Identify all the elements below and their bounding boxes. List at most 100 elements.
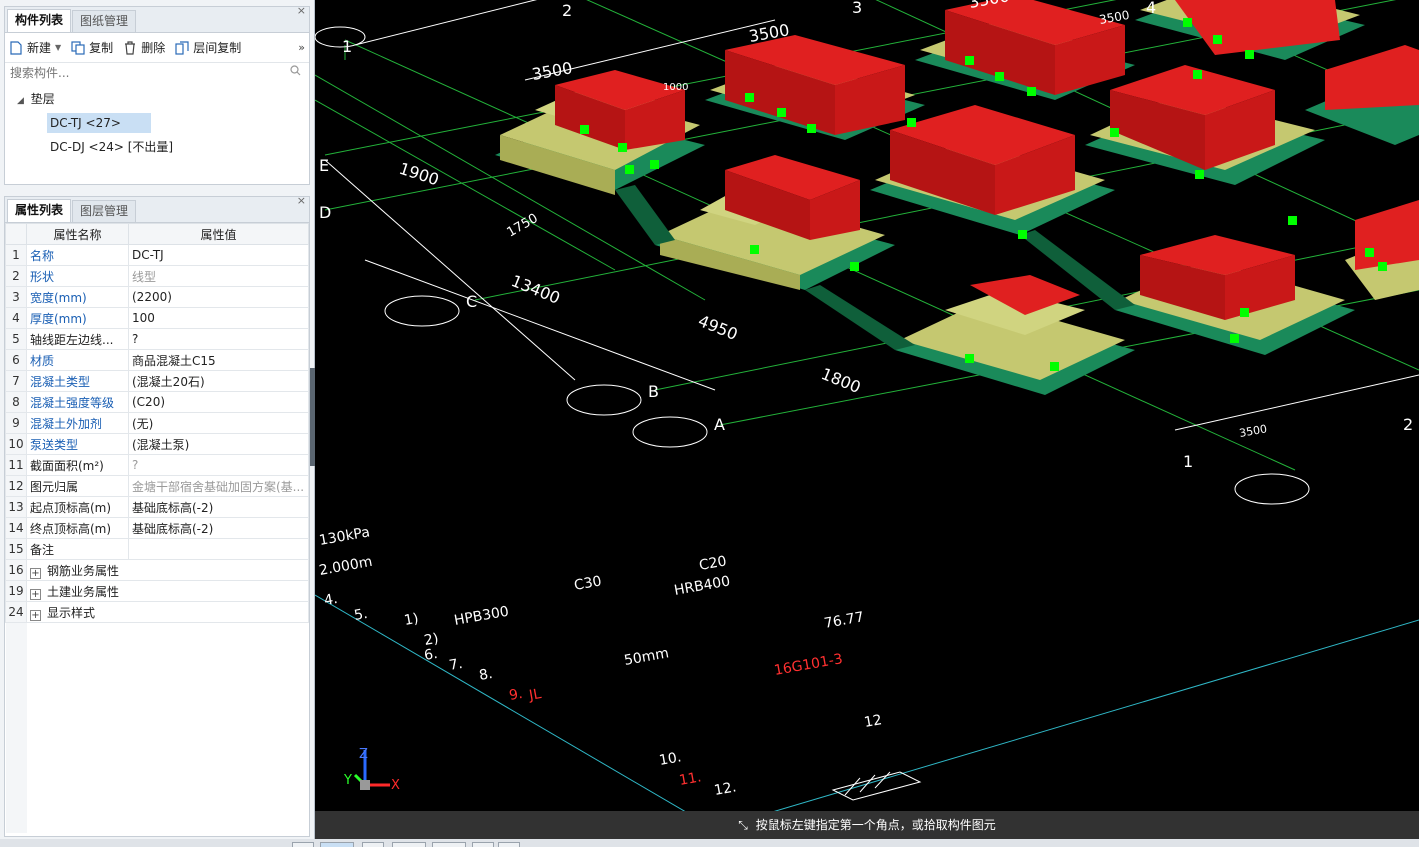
property-name: 截面面积(m²) (26, 454, 129, 476)
more-icon[interactable]: » (298, 41, 305, 54)
view-button[interactable] (320, 842, 354, 847)
delete-label: 删除 (141, 41, 166, 55)
row-index: 14 (5, 517, 27, 539)
note-text: 5. (353, 606, 369, 624)
property-row[interactable]: 7 混凝土类型 (混凝土20石) (5, 370, 309, 392)
property-value[interactable]: (无) (128, 412, 309, 434)
note-text: 12 (863, 712, 883, 731)
expand-icon[interactable]: + (30, 588, 41, 600)
new-label: 新建 (27, 41, 52, 55)
property-row[interactable]: 14 终点顶标高(m) 基础底标高(-2) (5, 517, 309, 539)
property-value[interactable]: ? (128, 454, 309, 476)
tab-property-list[interactable]: 属性列表 (7, 199, 72, 222)
property-row[interactable]: 24 + 显示样式 (5, 601, 309, 623)
view-button[interactable] (472, 842, 494, 847)
property-value[interactable]: 基础底标高(-2) (128, 496, 309, 518)
axis-label: C (466, 292, 477, 311)
property-value[interactable]: (混凝土泵) (128, 433, 309, 455)
empty-row (5, 622, 309, 644)
property-value[interactable]: (C20) (128, 391, 309, 413)
property-row[interactable]: 2 形状 线型 (5, 265, 309, 287)
note-text: C20 (698, 553, 728, 574)
viewport-canvas[interactable]: 1 2 3 4 E D C B A 1 2 3500 3500 3500 190… (315, 0, 1419, 811)
property-row[interactable]: 8 混凝土强度等级 (C20) (5, 391, 309, 413)
dimension-label: 1000 (890, 0, 915, 3)
collapse-arrow-icon[interactable]: ◢ (17, 96, 24, 106)
tab-layer-management[interactable]: 图层管理 (72, 200, 137, 222)
delete-button[interactable]: 删除 (123, 39, 165, 56)
property-row[interactable]: 3 宽度(mm) (2200) (5, 286, 309, 308)
property-row[interactable]: 5 轴线距左边线...? (5, 328, 309, 350)
property-value[interactable]: 100 (128, 307, 309, 329)
tab-drawing-management[interactable]: 图纸管理 (72, 10, 137, 32)
property-value[interactable]: 基础底标高(-2) (128, 517, 309, 539)
property-row[interactable]: 10 泵送类型 (混凝土泵) (5, 433, 309, 455)
property-row[interactable]: 15 备注 (5, 538, 309, 560)
note-text: 130kPa (318, 524, 371, 549)
empty-row (5, 748, 309, 770)
copy-icon (71, 40, 85, 55)
property-name: 图元归属 (26, 475, 129, 497)
property-name: 泵送类型 (26, 433, 129, 455)
view-button[interactable] (498, 842, 520, 847)
property-name: + 显示样式 (26, 601, 309, 623)
view-button[interactable] (292, 842, 314, 847)
property-row[interactable]: 13 起点顶标高(m) 基础底标高(-2) (5, 496, 309, 518)
note-text: 16G101-3 (773, 651, 844, 679)
property-value[interactable]: (2200) (128, 286, 309, 308)
tree-item[interactable]: DC-DJ <24> [不出量] (5, 135, 309, 159)
axis-gizmo: Z Y X (343, 747, 400, 793)
view-button[interactable] (432, 842, 466, 847)
property-value[interactable]: 商品混凝土C15 (128, 349, 309, 371)
tab-component-list[interactable]: 构件列表 (7, 9, 72, 32)
cad-viewport[interactable]: 1 2 3 4 E D C B A 1 2 3500 3500 3500 190… (315, 0, 1419, 811)
row-index: 9 (5, 412, 27, 434)
axis-label: B (648, 382, 659, 401)
property-row[interactable]: 1 名称 DC-TJ (5, 244, 309, 266)
close-icon[interactable]: × (297, 195, 306, 206)
row-index: 13 (5, 496, 27, 518)
expand-icon[interactable]: + (30, 567, 41, 579)
new-button[interactable]: 新建 ▼ (9, 39, 61, 56)
property-value[interactable] (128, 538, 309, 560)
property-row[interactable]: 12 图元归属 金塘干部宿舍基础加固方案(基... (5, 475, 309, 497)
property-row[interactable]: 6 材质 商品混凝土C15 (5, 349, 309, 371)
property-name: 名称 (26, 244, 129, 266)
view-button[interactable] (362, 842, 384, 847)
property-row[interactable]: 16 + 钢筋业务属性 (5, 559, 309, 581)
view-button[interactable] (392, 842, 426, 847)
note-text: 9. (508, 686, 524, 704)
note-text: 6. (423, 646, 439, 664)
property-row[interactable]: 4 厚度(mm) 100 (5, 307, 309, 329)
floor-copy-button[interactable]: 层间复制 (175, 39, 241, 56)
note-text: 4. (323, 591, 339, 609)
property-row[interactable]: 19 + 土建业务属性 (5, 580, 309, 602)
footing-group (495, 0, 1419, 395)
empty-row (5, 811, 309, 833)
note-text: HPB300 (453, 604, 510, 629)
property-row[interactable]: 11 截面面积(m²)? (5, 454, 309, 476)
search-input[interactable] (7, 63, 307, 83)
property-value[interactable]: (混凝土20石) (128, 370, 309, 392)
property-name: 起点顶标高(m) (26, 496, 129, 518)
note-text: 7. (448, 656, 464, 674)
copy-button[interactable]: 复制 (71, 39, 113, 56)
expand-icon[interactable]: + (30, 609, 41, 621)
property-value[interactable]: ? (128, 328, 309, 350)
note-text: 2.000m (318, 554, 374, 579)
new-file-icon (9, 40, 23, 55)
property-value[interactable]: DC-TJ (128, 244, 309, 266)
tree-root[interactable]: ◢ 垫层 (5, 87, 309, 111)
row-index: 5 (5, 328, 27, 350)
property-row[interactable]: 9 混凝土外加剂 (无) (5, 412, 309, 434)
search-icon[interactable] (290, 65, 301, 79)
tree-item[interactable]: DC-TJ <27> (5, 111, 309, 135)
property-value[interactable]: 线型 (128, 265, 309, 287)
chevron-down-icon[interactable]: ▼ (55, 43, 61, 52)
axis-label: 1 (342, 37, 352, 56)
property-header-row: 属性名称 属性值 (5, 223, 309, 245)
note-text: 1) (403, 611, 420, 629)
property-name: + 土建业务属性 (26, 580, 309, 602)
close-icon[interactable]: × (297, 5, 306, 16)
property-value[interactable]: 金塘干部宿舍基础加固方案(基... (128, 475, 309, 497)
